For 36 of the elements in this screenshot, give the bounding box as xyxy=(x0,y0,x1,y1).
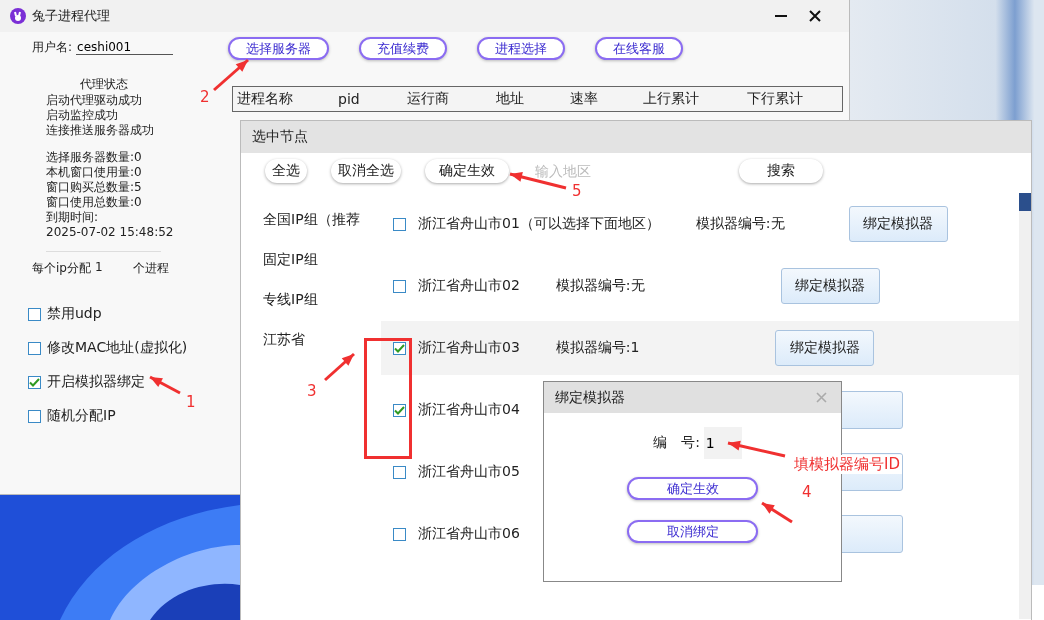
per-ip-unit: 个进程 xyxy=(132,260,169,277)
node-label: 浙江省舟山市03 xyxy=(418,339,520,357)
window-title: 兔子进程代理 xyxy=(32,7,110,25)
option-label: 禁用udp xyxy=(47,305,102,323)
stat-line: 到期时间: xyxy=(46,210,99,225)
status-title: 代理状态 xyxy=(80,76,129,93)
per-ip-label: 每个ip分配 xyxy=(32,260,91,277)
annotation-number: 5 xyxy=(572,182,582,200)
stat-line: 2025-07-02 15:48:52 xyxy=(46,225,174,240)
username-label: 用户名: xyxy=(32,39,73,56)
window-title: 选中节点 xyxy=(252,128,308,146)
stat-line: 窗口使用总数量:0 xyxy=(46,195,142,210)
annotation-note: 填模拟器编号ID xyxy=(792,455,902,474)
option-label: 修改MAC地址(虚拟化) xyxy=(47,339,188,357)
stat-line: 本机窗口使用量:0 xyxy=(46,165,142,180)
annotation-number: 1 xyxy=(186,393,196,411)
emulator-number: 模拟器编号:1 xyxy=(555,339,640,357)
option-label: 开启模拟器绑定 xyxy=(47,373,145,391)
status-line: 启动代理驱动成功 xyxy=(46,93,142,108)
stat-line: 窗口购买总数量:5 xyxy=(46,180,142,195)
status-line: 启动监控成功 xyxy=(46,108,118,123)
option-label: 随机分配IP xyxy=(47,407,116,425)
node-label: 浙江省舟山市01（可以选择下面地区） xyxy=(418,215,660,233)
number-label: 编 号: xyxy=(653,434,700,452)
annotation-number: 3 xyxy=(307,382,317,400)
emulator-number: 模拟器编号:无 xyxy=(695,215,785,233)
node-label: 浙江省舟山市06 xyxy=(418,525,520,543)
annotation-number: 4 xyxy=(802,483,812,501)
annotation-number: 2 xyxy=(200,88,210,106)
node-label: 浙江省舟山市02 xyxy=(418,277,520,295)
stat-line: 选择服务器数量:0 xyxy=(46,150,142,165)
dialog-title: 绑定模拟器 xyxy=(555,388,625,407)
emulator-number: 模拟器编号:无 xyxy=(555,277,645,295)
status-line: 连接推送服务器成功 xyxy=(46,123,154,138)
node-label: 浙江省舟山市04 xyxy=(418,401,520,419)
node-label: 浙江省舟山市05 xyxy=(418,463,520,481)
